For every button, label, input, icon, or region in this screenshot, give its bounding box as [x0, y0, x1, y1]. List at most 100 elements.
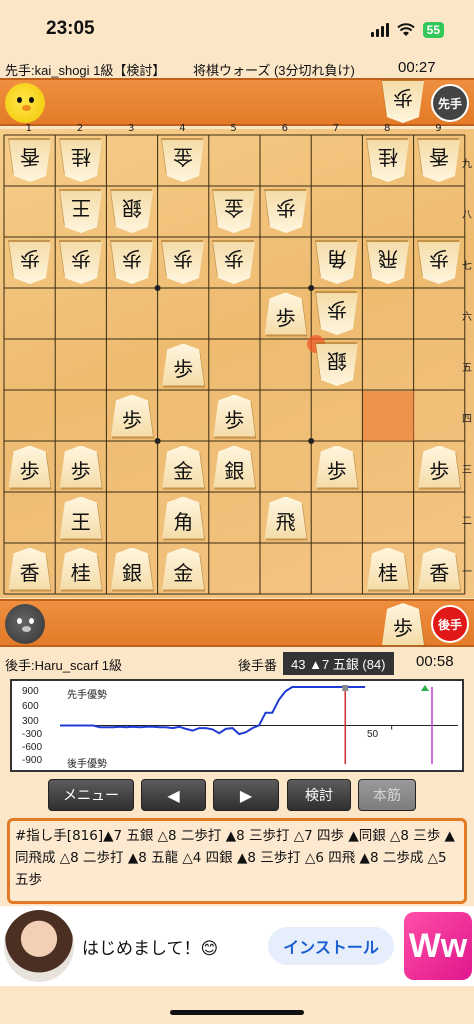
piece-label: 歩 — [429, 458, 450, 483]
file-label: 9 — [435, 123, 442, 134]
gote-piece[interactable]: 角 — [316, 242, 358, 284]
hand-piece-label: 歩 — [393, 86, 413, 110]
sente-piece[interactable]: 歩 — [264, 292, 308, 337]
chick-avatar[interactable] — [5, 83, 45, 123]
game-type-label: 将棋ウォーズ (3分切れ負け) — [193, 63, 355, 78]
app-logo-icon: Ww — [404, 912, 472, 980]
file-label: 8 — [384, 123, 391, 134]
ad-text: はじめまして！😊 — [82, 939, 219, 959]
gote-piece[interactable]: 金 — [213, 191, 255, 233]
gote-clock: 00:58 — [416, 653, 454, 670]
piece-label: 角 — [326, 246, 347, 271]
prev-move-button[interactable]: ◀ — [141, 779, 206, 811]
sente-piece[interactable]: 歩 — [162, 343, 206, 388]
gote-piece[interactable]: 歩 — [9, 242, 51, 284]
rank-label: 四 — [462, 413, 472, 425]
shogi-board[interactable]: 123456789 九八七六五四三二一 香桂金桂香王銀金歩歩歩歩歩歩角飛歩歩歩歩… — [0, 123, 474, 598]
file-label: 6 — [281, 123, 288, 134]
piece-label: 歩 — [70, 246, 91, 271]
gote-piece[interactable]: 歩 — [111, 242, 153, 284]
gote-turn-badge: 後手 — [431, 605, 469, 643]
sente-piece[interactable]: 歩 — [315, 445, 359, 490]
sente-advantage-label: 先手優勢 — [67, 690, 107, 701]
sente-piece[interactable]: 歩 — [213, 394, 257, 439]
piece-label: 銀 — [122, 560, 142, 585]
piece-label: 金 — [224, 195, 245, 220]
bottom-info-row: 後手:Haru_scarf 1級 後手番 43 ▲7 五銀 (84) 00:58 — [0, 651, 474, 675]
sente-piece[interactable]: 王 — [59, 496, 103, 541]
eval-graph[interactable]: 900 600 300 -300 -600 -900 先手優勢 後手優勢 50 — [10, 679, 464, 772]
install-button[interactable]: インストール — [268, 927, 394, 965]
gote-piece[interactable]: 歩 — [162, 242, 204, 284]
sente-piece[interactable]: 銀 — [213, 445, 257, 490]
gote-piece[interactable]: 歩 — [418, 242, 460, 284]
piece-label: 桂 — [378, 560, 398, 585]
gote-piece[interactable]: 飛 — [367, 242, 409, 284]
piece-label: 王 — [70, 195, 91, 220]
turn-info: 後手番 — [238, 658, 278, 673]
y-label: -300 — [22, 729, 43, 740]
piece-label: 桂 — [70, 560, 91, 585]
ad-banner[interactable]: はじめまして！😊 インストール Ww — [0, 906, 474, 986]
sente-piece[interactable]: 桂 — [367, 547, 410, 592]
sente-piece[interactable]: 金 — [162, 547, 206, 592]
gote-piece[interactable]: 銀 — [111, 191, 153, 233]
menu-button[interactable]: メニュー — [48, 779, 134, 811]
file-label: 4 — [179, 123, 186, 134]
hand-piece[interactable]: 歩 — [382, 81, 424, 123]
piece-label: 歩 — [19, 458, 40, 483]
sente-piece[interactable]: 香 — [8, 547, 52, 592]
sente-piece[interactable]: 飛 — [264, 496, 308, 541]
gote-piece[interactable]: 歩 — [213, 242, 255, 284]
piece-label: 歩 — [326, 297, 347, 322]
gote-piece[interactable]: 香 — [418, 140, 460, 182]
piece-label: 王 — [70, 509, 91, 534]
gote-piece[interactable]: 金 — [162, 140, 204, 182]
sente-piece[interactable]: 歩 — [8, 445, 52, 490]
analyze-button[interactable]: 検討 — [287, 779, 351, 811]
next-move-button[interactable]: ▶ — [213, 779, 279, 811]
gote-piece[interactable]: 桂 — [367, 140, 409, 182]
piece-label: 香 — [429, 144, 450, 169]
file-label: 7 — [332, 123, 340, 134]
sente-piece[interactable]: 角 — [162, 496, 206, 541]
file-label: 2 — [76, 123, 84, 134]
gote-piece[interactable]: 香 — [9, 140, 51, 182]
home-indicator — [170, 1010, 304, 1015]
piece-label: 歩 — [70, 458, 91, 483]
y-label: 600 — [22, 701, 39, 712]
piece-label: 歩 — [429, 246, 450, 271]
rank-label: 一 — [462, 566, 472, 578]
wifi-icon — [396, 23, 415, 36]
ad-photo — [4, 910, 74, 982]
sente-piece[interactable]: 歩 — [59, 445, 103, 490]
black-bird-avatar[interactable] — [5, 604, 45, 644]
gote-piece[interactable]: 歩 — [60, 242, 102, 284]
hand-piece-label: 歩 — [393, 616, 413, 640]
sente-piece[interactable]: 桂 — [59, 547, 103, 592]
sente-piece[interactable]: 歩 — [111, 394, 154, 439]
gote-piece[interactable]: 銀 — [316, 344, 358, 386]
piece-label: 歩 — [326, 458, 347, 483]
piece-label: 歩 — [122, 407, 142, 432]
main-line-button[interactable]: 本筋 — [358, 779, 416, 811]
sente-player-label: 先手:kai_shogi 1級【検討】 — [5, 63, 166, 78]
gote-piece[interactable]: 歩 — [316, 293, 358, 335]
sente-piece[interactable]: 金 — [162, 445, 206, 490]
gote-piece[interactable]: 歩 — [265, 191, 307, 233]
highlighted-square — [363, 391, 414, 441]
y-label: 300 — [22, 716, 39, 727]
sente-clock: 00:27 — [398, 59, 436, 76]
piece-label: 歩 — [224, 407, 245, 432]
sente-piece[interactable]: 香 — [418, 547, 462, 592]
gote-piece[interactable]: 桂 — [60, 140, 102, 182]
kifu-text[interactable]: #指し手[816]▲7 五銀 △8 二歩打 ▲8 三歩打 △7 四歩 ▲同銀 △… — [7, 818, 467, 904]
hand-piece[interactable]: 歩 — [382, 603, 425, 647]
gote-piece[interactable]: 王 — [60, 191, 102, 233]
branch-marker — [421, 685, 429, 691]
piece-label: 銀 — [224, 458, 245, 483]
cursor-marker — [342, 685, 349, 691]
sente-piece[interactable]: 歩 — [418, 445, 462, 490]
sente-piece[interactable]: 銀 — [111, 547, 154, 592]
rank-label: 七 — [462, 260, 472, 272]
